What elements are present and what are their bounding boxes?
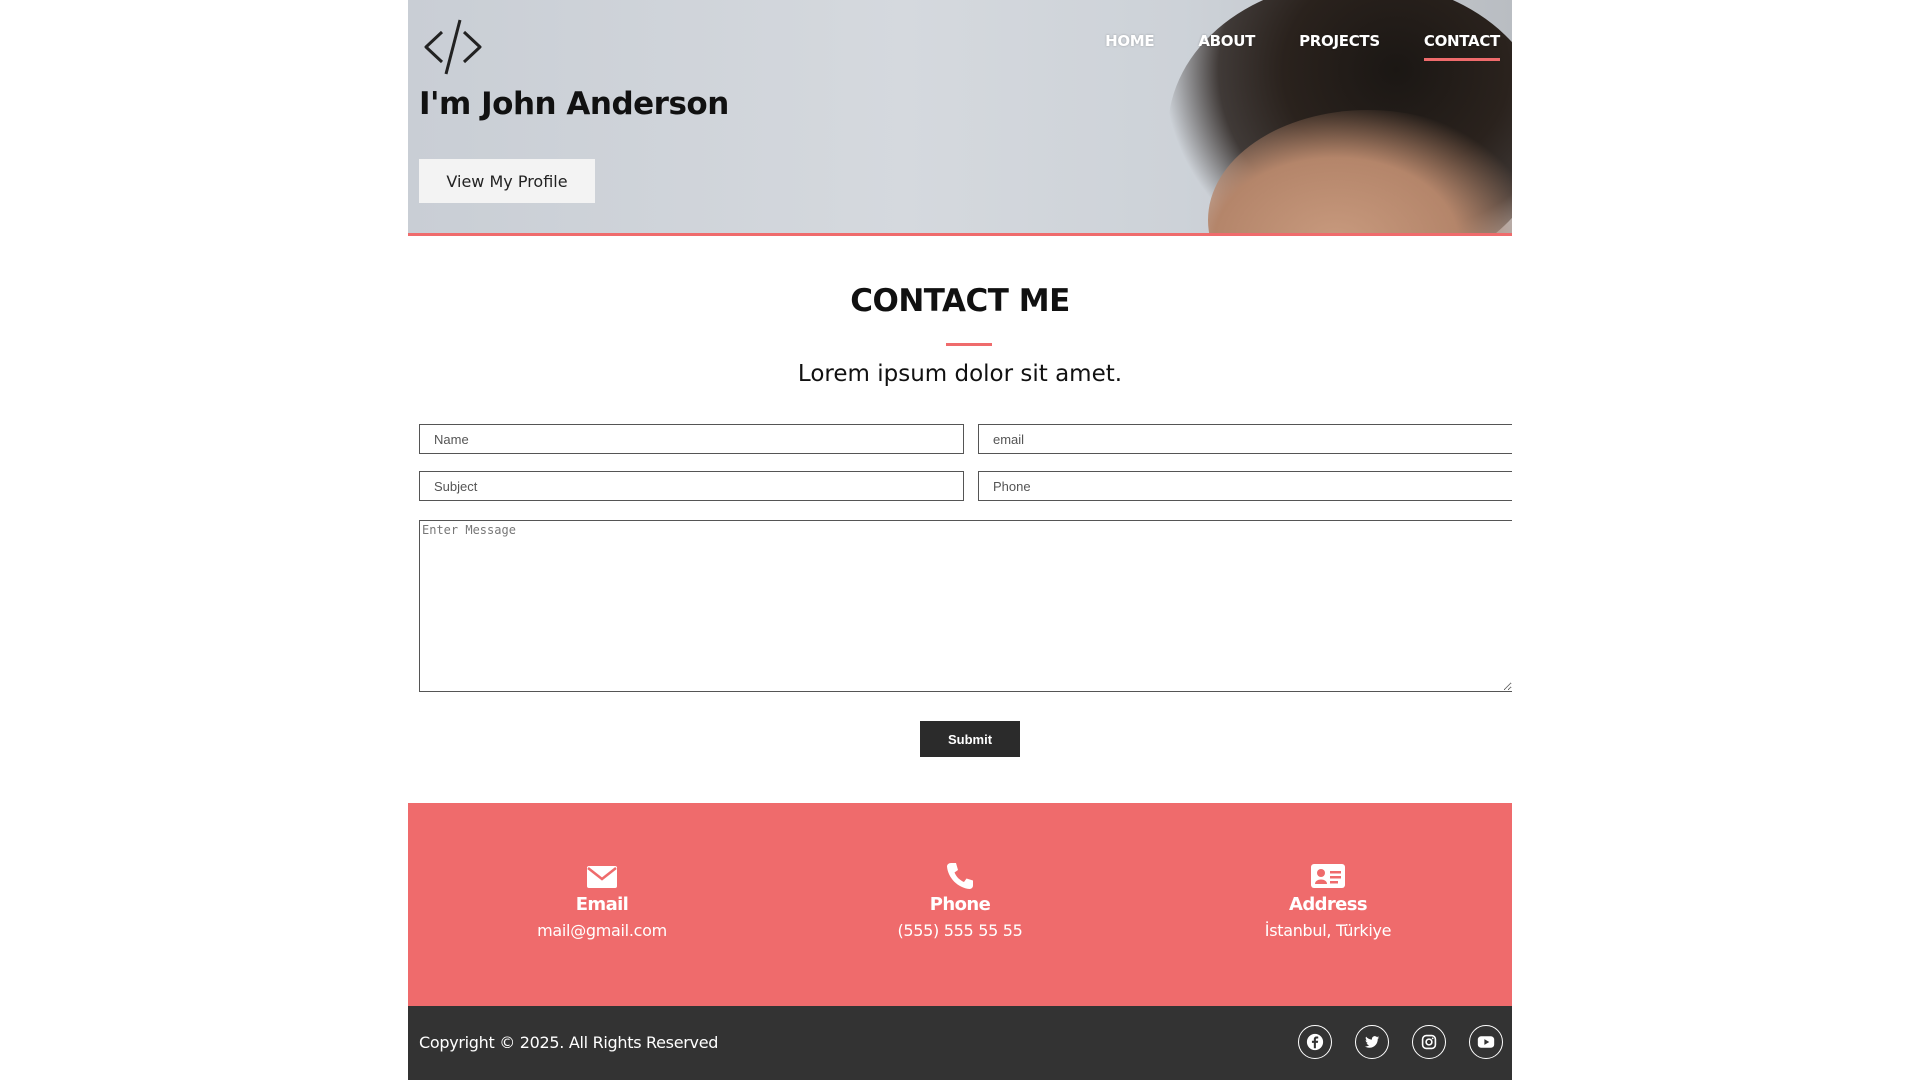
email-input[interactable] [978,424,1512,454]
hero-title: I'm John Anderson [419,86,729,122]
envelope-icon [587,866,617,888]
view-profile-button[interactable]: View My Profile [419,159,595,203]
main-nav: HOME ABOUT PROJECTS CONTACT [1061,32,1500,61]
info-email: Email mail@gmail.com [452,860,752,940]
address-card-icon [1311,864,1345,888]
code-brackets-icon[interactable] [418,16,488,78]
instagram-icon[interactable] [1412,1025,1446,1059]
info-email-label: Email [575,894,629,915]
name-input[interactable] [419,424,964,454]
info-phone: Phone (555) 555 55 55 [810,860,1110,940]
phone-input[interactable] [978,471,1512,501]
contact-info-band: Email mail@gmail.com Phone (555) 555 55 … [408,803,1512,1006]
youtube-icon[interactable] [1469,1025,1503,1059]
contact-title: CONTACT ME [850,283,1070,319]
info-address: Address İstanbul, Türkiye [1178,860,1478,940]
submit-button[interactable]: Submit [920,721,1020,757]
nav-item-about[interactable]: ABOUT [1198,32,1255,61]
title-underline [946,343,992,346]
phone-icon [947,863,973,889]
info-phone-value: (555) 555 55 55 [897,921,1023,940]
hero-banner: I'm John Anderson View My Profile HOME A… [408,0,1512,236]
contact-subtitle: Lorem ipsum dolor sit amet. [797,361,1123,387]
nav-item-home[interactable]: HOME [1105,32,1155,61]
subject-input[interactable] [419,471,964,501]
info-phone-label: Phone [929,894,991,915]
twitter-icon[interactable] [1355,1025,1389,1059]
footer: Copyright © 2025. All Rights Reserved [408,1006,1512,1080]
message-textarea[interactable] [419,520,1512,692]
info-email-value: mail@gmail.com [537,921,667,940]
facebook-icon[interactable] [1298,1025,1332,1059]
nav-item-contact[interactable]: CONTACT [1423,32,1500,61]
info-address-value: İstanbul, Türkiye [1264,921,1392,940]
info-address-label: Address [1288,894,1368,915]
copyright-text: Copyright © 2025. All Rights Reserved [419,1033,719,1052]
nav-item-projects[interactable]: PROJECTS [1299,32,1380,61]
page: I'm John Anderson View My Profile HOME A… [408,0,1512,1080]
